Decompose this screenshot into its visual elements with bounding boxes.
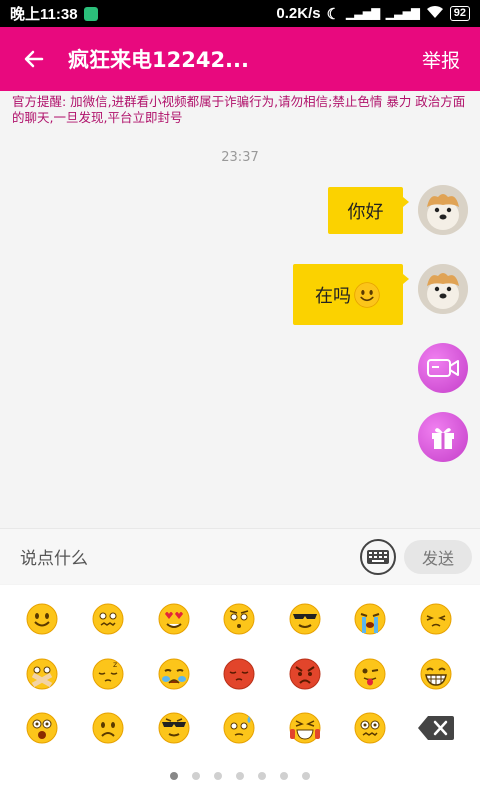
avatar[interactable]	[418, 185, 468, 235]
status-bar: 晚上11:38 0.2K/s ☾ ▁▃▅▇ ▁▃▅▇ 92	[0, 0, 480, 27]
message-input[interactable]: 说点什么	[20, 544, 88, 569]
crying-emoji-icon[interactable]	[353, 602, 387, 636]
scream-emoji-icon[interactable]	[288, 711, 322, 745]
page-dot[interactable]	[214, 772, 222, 780]
sobbing-emoji-icon[interactable]	[157, 657, 191, 691]
keyboard-toggle-button[interactable]	[360, 538, 396, 575]
message-text: 你好	[347, 201, 384, 223]
cool-emoji-icon[interactable]	[157, 711, 191, 745]
shield-icon	[83, 6, 98, 21]
tongue-emoji-icon[interactable]	[353, 657, 387, 691]
page-dot[interactable]	[302, 772, 310, 780]
sweat-emoji-icon[interactable]	[222, 711, 256, 745]
back-button[interactable]	[0, 27, 68, 91]
angry-emoji-icon[interactable]	[288, 657, 322, 691]
emoji-page-indicator	[0, 772, 480, 780]
input-bar: 说点什么 发送	[0, 528, 480, 584]
sunglasses-emoji-icon[interactable]	[288, 602, 322, 636]
sad-emoji-icon[interactable]	[91, 711, 125, 745]
app-bar: 疯狂来电12242... 举报	[0, 27, 480, 91]
wifi-icon	[426, 5, 444, 23]
page-dot[interactable]	[280, 772, 288, 780]
page-dot[interactable]	[192, 772, 200, 780]
keyboard-icon	[367, 549, 389, 564]
arrow-left-icon	[24, 50, 44, 68]
gift-button[interactable]	[418, 412, 468, 462]
sleepy-emoji-icon[interactable]: z	[91, 657, 125, 691]
official-notice: 官方提醒: 加微信,进群看小视频都属于诈骗行为,请勿相信;禁止色情 暴力 政治方…	[12, 94, 466, 125]
gift-icon	[432, 428, 454, 449]
signal-icon-2: ▁▃▅▇	[385, 8, 420, 20]
grin-emoji-icon[interactable]	[419, 657, 453, 691]
send-button[interactable]: 发送	[404, 539, 472, 574]
silent-emoji-icon[interactable]	[25, 657, 59, 691]
report-button[interactable]: 举报	[422, 46, 460, 73]
suspicious-emoji-icon[interactable]	[222, 602, 256, 636]
blush-emoji-icon[interactable]	[222, 657, 256, 691]
message-bubble[interactable]: 你好	[328, 187, 409, 234]
video-call-button[interactable]	[418, 343, 468, 393]
heart-eyes-emoji-icon[interactable]	[157, 602, 191, 636]
backspace-icon[interactable]	[416, 714, 456, 742]
avatar[interactable]	[418, 264, 468, 314]
svg-text:z: z	[113, 660, 117, 669]
moon-icon: ☾	[326, 5, 341, 23]
smile-emoji-icon[interactable]	[25, 602, 59, 636]
dizzy-emoji-icon[interactable]	[353, 711, 387, 745]
video-camera-icon	[427, 359, 459, 377]
chat-timestamp: 23:37	[221, 150, 259, 165]
status-time: 晚上11:38	[10, 6, 78, 23]
smile-emoji-icon	[354, 281, 380, 308]
battery-icon: 92	[449, 6, 470, 21]
message-text: 在吗	[315, 285, 351, 307]
surprised-emoji-icon[interactable]	[25, 711, 59, 745]
signal-icon: ▁▃▅▇	[346, 8, 380, 20]
network-speed: 0.2K/s	[276, 5, 321, 22]
page-dot[interactable]	[170, 772, 178, 780]
chat-title: 疯狂来电12242...	[68, 48, 249, 72]
page-dot[interactable]	[258, 772, 266, 780]
awkward-emoji-icon[interactable]	[91, 602, 125, 636]
shy-emoji-icon[interactable]	[419, 602, 453, 636]
message-bubble[interactable]: 在吗	[293, 264, 409, 325]
page-dot[interactable]	[236, 772, 244, 780]
